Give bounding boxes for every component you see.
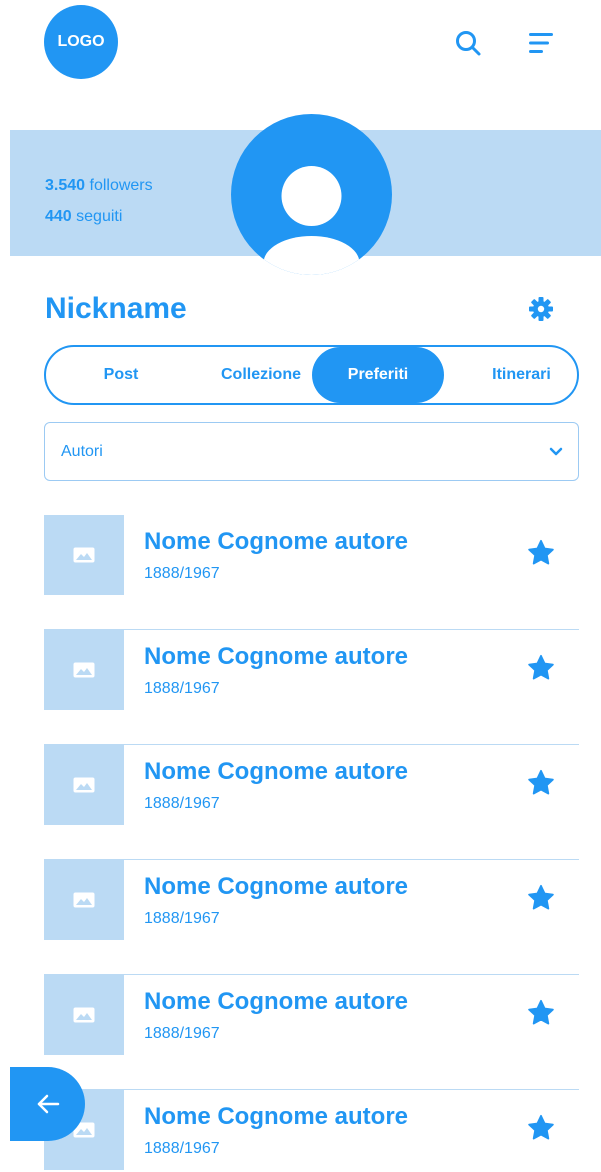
star-icon xyxy=(528,1114,554,1139)
back-button[interactable] xyxy=(10,1067,85,1141)
nickname: Nickname xyxy=(45,292,187,325)
avatar[interactable] xyxy=(231,114,392,275)
star-icon xyxy=(528,769,554,794)
author-thumbnail xyxy=(44,860,124,940)
favorites-list: Nome Cognome autore 1888/1967 Nome Cognome… xyxy=(44,515,579,1172)
list-item[interactable]: Nome Cognome autore 1888/1967 xyxy=(44,975,579,1090)
image-placeholder-icon xyxy=(73,1007,95,1023)
list-item[interactable]: Nome Cognome autore 1888/1967 xyxy=(44,860,579,975)
menu-icon xyxy=(529,33,553,53)
author-name[interactable]: Nome Cognome autore xyxy=(144,1103,408,1131)
list-item[interactable]: Nome Cognome autore 1888/1967 xyxy=(44,630,579,745)
image-placeholder-icon xyxy=(73,662,95,678)
author-name[interactable]: Nome Cognome autore xyxy=(144,873,408,901)
search-button[interactable] xyxy=(453,28,483,58)
tab-itinerari[interactable]: Itinerari xyxy=(464,347,579,403)
author-years: 1888/1967 xyxy=(144,680,220,697)
logo[interactable]: LOGO xyxy=(44,5,118,79)
author-name[interactable]: Nome Cognome autore xyxy=(144,758,408,786)
favorite-button[interactable] xyxy=(526,1112,556,1142)
list-item[interactable]: Nome Cognome autore 1888/1967 xyxy=(44,1090,579,1172)
author-name[interactable]: Nome Cognome autore xyxy=(144,528,408,556)
favorite-button[interactable] xyxy=(526,767,556,797)
chevron-down-icon xyxy=(549,447,563,455)
tab-post[interactable]: Post xyxy=(56,347,186,403)
star-icon xyxy=(528,654,554,679)
author-years: 1888/1967 xyxy=(144,795,220,812)
author-years: 1888/1967 xyxy=(144,1140,220,1157)
category-select[interactable]: Autori xyxy=(44,422,579,481)
logo-text: LOGO xyxy=(57,33,105,50)
arrow-left-icon xyxy=(37,1094,59,1114)
favorite-button[interactable] xyxy=(526,882,556,912)
author-years: 1888/1967 xyxy=(144,910,220,927)
following-label: seguiti xyxy=(76,208,123,225)
image-placeholder-icon xyxy=(73,547,95,563)
profile-tabs: Post Collezione Preferiti Itinerari xyxy=(44,345,579,405)
star-icon xyxy=(528,884,554,909)
author-thumbnail xyxy=(44,515,124,595)
settings-button[interactable] xyxy=(526,294,556,324)
author-thumbnail xyxy=(44,975,124,1055)
author-years: 1888/1967 xyxy=(144,565,220,582)
followers-count: 3.540 xyxy=(45,177,86,194)
list-item[interactable]: Nome Cognome autore 1888/1967 xyxy=(44,515,579,630)
following-count: 440 xyxy=(45,208,72,225)
star-icon xyxy=(528,539,554,564)
image-placeholder-icon xyxy=(73,777,95,793)
search-icon xyxy=(456,31,481,56)
profile-stats: 3.540 followers 440 seguiti xyxy=(45,170,153,232)
following-stat[interactable]: 440 seguiti xyxy=(45,201,153,232)
list-item[interactable]: Nome Cognome autore 1888/1967 xyxy=(44,745,579,860)
favorite-button[interactable] xyxy=(526,652,556,682)
menu-button[interactable] xyxy=(526,28,556,58)
favorite-button[interactable] xyxy=(526,537,556,567)
user-avatar-icon xyxy=(263,166,360,275)
author-years: 1888/1967 xyxy=(144,1025,220,1042)
tab-preferiti[interactable]: Preferiti xyxy=(312,347,444,403)
gear-icon xyxy=(529,297,553,321)
author-name[interactable]: Nome Cognome autore xyxy=(144,988,408,1016)
image-placeholder-icon xyxy=(73,892,95,908)
star-icon xyxy=(528,999,554,1024)
author-thumbnail xyxy=(44,630,124,710)
favorite-button[interactable] xyxy=(526,997,556,1027)
category-select-value: Autori xyxy=(61,442,103,460)
followers-stat[interactable]: 3.540 followers xyxy=(45,170,153,201)
author-thumbnail xyxy=(44,745,124,825)
author-name[interactable]: Nome Cognome autore xyxy=(144,643,408,671)
followers-label: followers xyxy=(89,177,153,194)
